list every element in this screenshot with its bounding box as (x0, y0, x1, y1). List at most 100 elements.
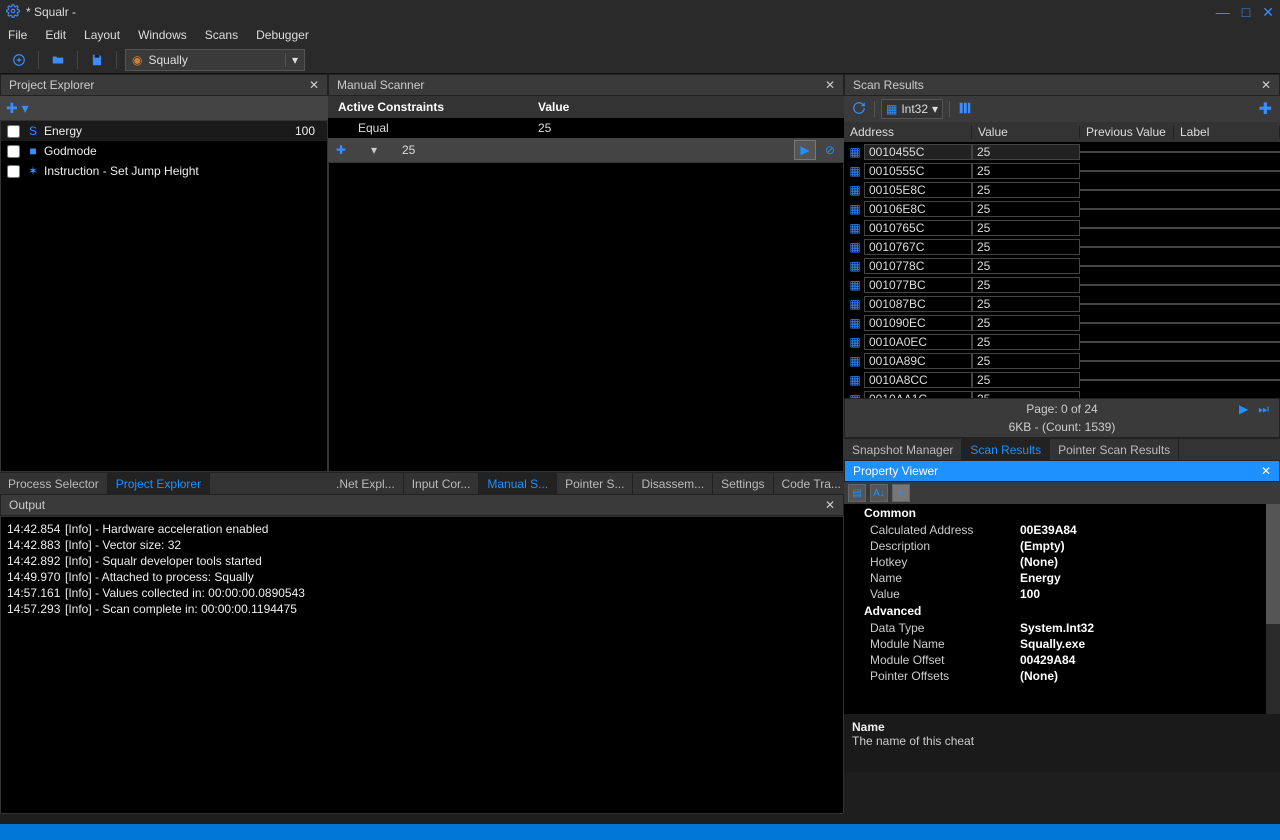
close-icon[interactable]: ✕ (1261, 464, 1271, 478)
result-row[interactable]: ▦ 0010778C 25 (844, 256, 1280, 275)
property-value[interactable]: Squally.exe (1020, 637, 1085, 651)
tab[interactable]: Manual S... (479, 473, 557, 494)
result-row[interactable]: ▦ 001087BC 25 (844, 294, 1280, 313)
refresh-button[interactable] (850, 101, 868, 118)
tab[interactable]: Scan Results (962, 439, 1050, 460)
result-row[interactable]: ▦ 00105E8C 25 (844, 180, 1280, 199)
categorized-button[interactable]: ▤ (848, 484, 866, 502)
property-value[interactable]: (None) (1020, 669, 1058, 683)
property-value[interactable]: 00429A84 (1020, 653, 1075, 667)
project-item[interactable]: S Energy 100 (1, 121, 327, 141)
close-button[interactable]: ✕ (1262, 4, 1274, 21)
property-value[interactable]: (Empty) (1020, 539, 1065, 553)
constraint-row[interactable]: Equal 25 (328, 118, 844, 138)
property-row[interactable]: Data TypeSystem.Int32 (844, 620, 1280, 636)
open-button[interactable] (47, 49, 69, 71)
tab[interactable]: Settings (713, 473, 773, 494)
save-button[interactable] (86, 49, 108, 71)
property-category[interactable]: Advanced (844, 602, 1280, 620)
property-value[interactable]: Energy (1020, 571, 1061, 585)
log-time: 14:42.854 (7, 521, 57, 537)
close-icon[interactable]: ✕ (1261, 78, 1271, 92)
project-item[interactable]: ✶ Instruction - Set Jump Height (1, 161, 327, 181)
menu-debugger[interactable]: Debugger (256, 28, 309, 42)
result-row[interactable]: ▦ 0010A89C 25 (844, 351, 1280, 370)
project-item[interactable]: ■ Godmode (1, 141, 327, 161)
result-row[interactable]: ▦ 0010AA1C 25 (844, 389, 1280, 398)
menu-layout[interactable]: Layout (84, 28, 120, 42)
menu-windows[interactable]: Windows (138, 28, 187, 42)
property-row[interactable]: Pointer Offsets(None) (844, 668, 1280, 684)
tab[interactable]: Project Explorer (108, 473, 210, 494)
row-previous (1080, 303, 1174, 305)
tab[interactable]: Process Selector (0, 473, 108, 494)
last-page-button[interactable]: ⏭ (1258, 402, 1269, 417)
item-checkbox[interactable] (7, 145, 20, 158)
property-help: Name The name of this cheat (844, 714, 1280, 772)
start-scan-button[interactable]: ▶ (794, 140, 816, 160)
columns-button[interactable] (956, 101, 974, 118)
tab[interactable]: Pointer Scan Results (1050, 439, 1179, 460)
menu-file[interactable]: File (8, 28, 27, 42)
alphabetical-button[interactable]: A↓ (870, 484, 888, 502)
property-category[interactable]: Common (844, 504, 1280, 522)
tab[interactable]: Snapshot Manager (844, 439, 962, 460)
result-row[interactable]: ▦ 001090EC 25 (844, 313, 1280, 332)
next-page-button[interactable]: ▶ (1239, 402, 1248, 417)
result-row[interactable]: ▦ 00106E8C 25 (844, 199, 1280, 218)
tab[interactable]: Pointer S... (557, 473, 633, 494)
result-row[interactable]: ▦ 0010455C 25 (844, 142, 1280, 161)
close-icon[interactable]: ✕ (825, 78, 835, 92)
col-previous-value[interactable]: Previous Value (1080, 125, 1174, 139)
add-item-button[interactable]: ✚ ▾ (6, 100, 29, 117)
result-row[interactable]: ▦ 0010A0EC 25 (844, 332, 1280, 351)
process-selector[interactable]: ◉ Squally ▾ (125, 49, 305, 71)
property-row[interactable]: Hotkey(None) (844, 554, 1280, 570)
data-type-selector[interactable]: ▦ Int32 ▾ (881, 99, 943, 119)
property-viewer-body[interactable]: CommonCalculated Address00E39A84Descript… (844, 504, 1280, 714)
item-checkbox[interactable] (7, 125, 20, 138)
property-value[interactable]: 00E39A84 (1020, 523, 1077, 537)
scan-value-input[interactable] (398, 140, 790, 160)
col-label[interactable]: Label (1174, 125, 1280, 139)
tab[interactable]: Input Cor... (404, 473, 480, 494)
chevron-down-icon[interactable]: ▾ (285, 53, 298, 67)
property-value[interactable]: (None) (1020, 555, 1058, 569)
property-row[interactable]: Description(Empty) (844, 538, 1280, 554)
close-icon[interactable]: ✕ (309, 78, 319, 92)
minimize-button[interactable]: — (1216, 4, 1230, 20)
property-row[interactable]: Value100 (844, 586, 1280, 602)
col-address[interactable]: Address (844, 125, 972, 139)
property-row[interactable]: NameEnergy (844, 570, 1280, 586)
scrollbar-thumb[interactable] (1266, 504, 1280, 624)
item-checkbox[interactable] (7, 165, 20, 178)
row-grid-icon: ▦ (846, 259, 864, 273)
add-constraint-button[interactable]: ✚ (332, 143, 350, 157)
menu-edit[interactable]: Edit (45, 28, 66, 42)
result-row[interactable]: ▦ 001077BC 25 (844, 275, 1280, 294)
result-row[interactable]: ▦ 0010A8CC 25 (844, 370, 1280, 389)
tab[interactable]: .Net Expl... (328, 473, 404, 494)
constraint-dropdown[interactable]: ▾ (354, 143, 394, 157)
row-address: 0010A89C (864, 353, 972, 369)
property-row[interactable]: Module NameSqually.exe (844, 636, 1280, 652)
property-row[interactable]: Calculated Address00E39A84 (844, 522, 1280, 538)
property-row[interactable]: Module Offset00429A84 (844, 652, 1280, 668)
maximize-button[interactable]: □ (1242, 4, 1250, 20)
cancel-scan-button[interactable]: ⊘ (820, 143, 840, 157)
new-button[interactable] (8, 49, 30, 71)
result-row[interactable]: ▦ 0010555C 25 (844, 161, 1280, 180)
col-value[interactable]: Value (972, 125, 1080, 139)
tab[interactable]: Disassem... (633, 473, 713, 494)
menu-scans[interactable]: Scans (205, 28, 238, 42)
close-icon[interactable]: ✕ (825, 498, 835, 512)
property-value[interactable]: System.Int32 (1020, 621, 1094, 635)
output-body[interactable]: 14:42.854[Info] - Hardware acceleration … (0, 516, 844, 814)
tab[interactable]: Code Tra... (774, 473, 850, 494)
result-row[interactable]: ▦ 0010765C 25 (844, 218, 1280, 237)
add-result-button[interactable]: ✚ (1257, 99, 1274, 119)
property-value[interactable]: 100 (1020, 587, 1040, 601)
result-row[interactable]: ▦ 0010767C 25 (844, 237, 1280, 256)
scan-results-body[interactable]: ▦ 0010455C 25 ▦ 0010555C 25 ▦ 00105E8C 2… (844, 142, 1280, 398)
property-pages-button[interactable]: ▪ (892, 484, 910, 502)
